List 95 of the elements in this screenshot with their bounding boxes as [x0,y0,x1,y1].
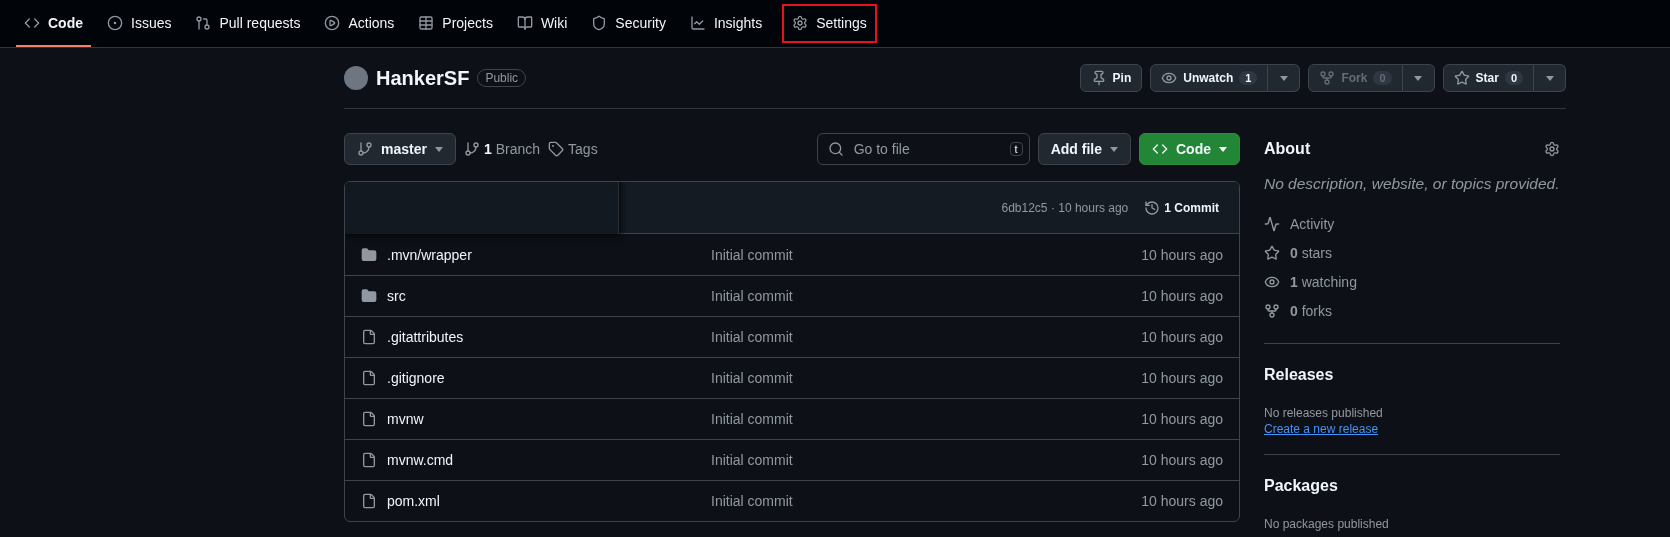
play-icon [324,14,341,31]
tags-link[interactable]: Tags [548,141,598,157]
file-name[interactable]: pom.xml [361,493,711,509]
settings-icon [792,14,809,31]
nav-tab[interactable]: Projects [410,0,501,47]
folder-icon [361,288,377,304]
repo-action-button[interactable]: Unwatch 1 [1150,64,1269,92]
commit-message[interactable]: Initial commit [711,411,1142,427]
nav-tab[interactable]: Code [16,0,91,47]
chart-icon [689,14,706,31]
caret-icon [434,146,443,152]
file-name[interactable]: .mvn/wrapper [361,246,711,263]
search-icon [827,141,844,157]
commit-message[interactable]: Initial commit [711,493,1142,509]
tag-icon [548,141,565,157]
caret-icon [1545,75,1554,81]
search-box[interactable]: Go to file t [816,133,1030,165]
folder-icon [361,246,377,263]
commit-message[interactable]: Initial commit [711,452,1142,468]
commit-time: 10 hours ago [1141,411,1223,427]
repo-description: No description, website, or topics provided. [1264,175,1560,193]
file-icon [361,370,377,386]
nav-tab[interactable]: Insights [681,0,771,47]
commit-time: 10 hours ago [1141,452,1223,468]
dropdown-button[interactable] [1402,64,1435,92]
avatar [344,66,368,90]
releases-note: No releases published [1264,406,1384,420]
search-input[interactable]: Go to file [851,140,1002,158]
caret-icon [1219,146,1227,152]
nav-tab[interactable]: Pull requests [187,0,309,47]
nav-tab[interactable]: Security [583,0,674,47]
caret-icon [1414,75,1423,81]
count-label: 1 [1239,71,1258,85]
code-icon [1152,141,1168,157]
commit-time: 10 hours ago [1141,288,1223,304]
commits-link[interactable]: 1 Commit [1144,199,1219,216]
shortcut-key: t [1009,142,1023,156]
nav-tab[interactable]: Settings [778,0,881,47]
section-title: Releases [1264,366,1334,383]
file-icon [361,411,377,427]
circle-dot-icon [107,14,123,31]
stat-link[interactable]: Activity [1264,209,1560,238]
nav-tab[interactable]: Issues [99,0,180,47]
commit-message[interactable]: Initial commit [711,370,1142,386]
pull-request-icon [195,14,212,31]
section-title: Packages [1264,477,1338,494]
star-icon [1453,70,1470,86]
branch-button[interactable]: master [344,133,456,165]
star-icon [1264,244,1280,261]
stat-link[interactable]: 0 stars [1264,238,1560,267]
activity-icon [1264,215,1280,232]
caret-icon [1279,75,1288,81]
nav-tab[interactable]: Actions [316,0,403,47]
fork-icon [1319,70,1336,86]
fork-icon [1264,302,1280,319]
history-icon [1144,199,1161,216]
file-name[interactable]: src [361,288,711,304]
file-name[interactable]: .gitignore [361,370,711,386]
file-icon [361,329,377,345]
file-name[interactable]: .gitattributes [361,329,711,345]
branch-icon [357,141,373,157]
caret-icon [1110,146,1118,152]
commit-message[interactable]: Initial commit [711,288,1142,304]
section-title: About [1264,140,1311,158]
file-icon [361,493,377,509]
file-name[interactable]: mvnw [361,411,711,427]
settings-icon[interactable] [1544,141,1560,157]
file-name[interactable]: mvnw.cmd [361,452,711,468]
table-icon [418,14,435,31]
commit-time: 10 hours ago [1141,246,1223,263]
commit-info: 6db12c5 · 10 hours ago [1001,200,1129,215]
branch-icon [463,141,480,157]
packages-note: No packages published [1264,517,1390,531]
commit-message[interactable]: Initial commit [711,329,1142,345]
branches-link[interactable]: 1 Branch [463,141,541,157]
repo-action-button[interactable]: Pin [1079,64,1143,92]
stat-link[interactable]: 0 forks [1264,296,1560,325]
dropdown-button[interactable] [1268,64,1301,92]
file-icon [361,452,377,468]
repo-name[interactable]: HankerSF [376,66,470,90]
eye-icon [1161,70,1178,86]
stat-link[interactable]: 1 watching [1264,267,1560,296]
nav-tab[interactable]: Wiki [508,0,576,47]
shield-icon [591,14,608,31]
repo-action-button[interactable]: Star 0 [1442,64,1534,92]
dropdown-button[interactable] [1534,64,1566,92]
create-release-link[interactable]: Create a new release [1264,422,1379,436]
commit-message[interactable]: Initial commit [711,246,1142,263]
code-button[interactable]: Code [1139,133,1240,165]
commit-time: 10 hours ago [1141,493,1223,509]
commit-time: 10 hours ago [1141,329,1223,345]
add-file-button[interactable]: Add file [1037,133,1131,165]
book-icon [516,14,533,31]
count-label: 0 [1504,71,1523,85]
commit-time: 10 hours ago [1141,370,1223,386]
